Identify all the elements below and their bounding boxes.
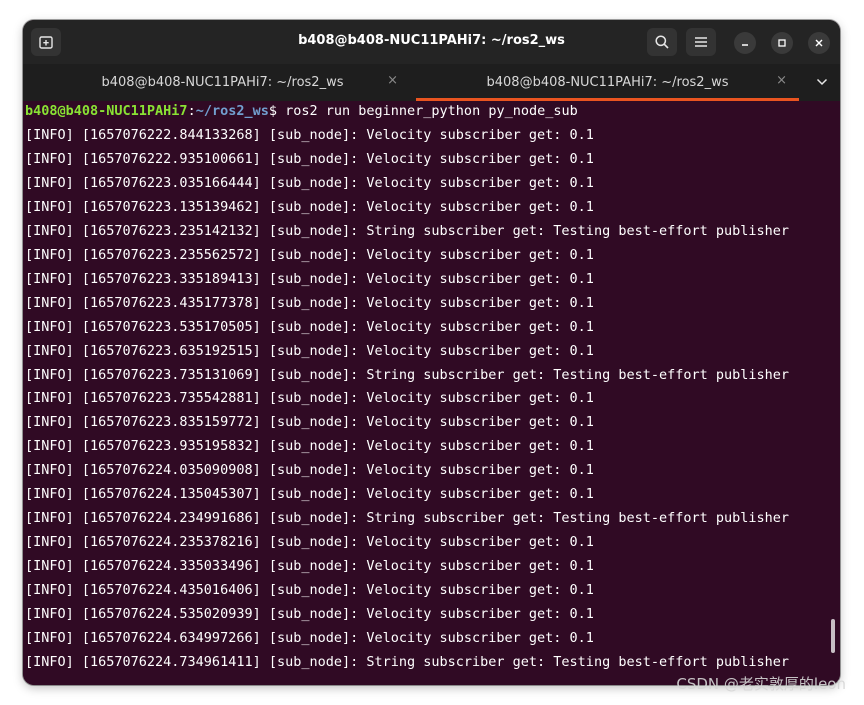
chevron-down-icon: [816, 78, 828, 86]
prompt-symbol: $: [268, 103, 277, 119]
log-line: [INFO] [1657076222.844133268] [sub_node]…: [25, 127, 594, 143]
log-line: [INFO] [1657076223.335189413] [sub_node]…: [25, 270, 594, 287]
log-line: [INFO] [1657076223.735131069] [sub_node]…: [25, 366, 790, 383]
prompt-line: b408@b408-NUC11PAHi7:~/ros2_ws$ ros2 run…: [25, 101, 578, 123]
tab-dropdown-button[interactable]: [814, 74, 830, 90]
tab-1[interactable]: b408@b408-NUC11PAHi7: ~/ros2_ws ×: [31, 64, 414, 101]
scrollbar-thumb[interactable]: [831, 619, 835, 653]
log-line: [INFO] [1657076224.734961411] [sub_node]…: [25, 653, 790, 670]
watermark: CSDN @老实敦厚的leon: [676, 675, 846, 693]
maximize-button[interactable]: [771, 32, 793, 54]
close-button[interactable]: [808, 32, 830, 54]
close-icon: [815, 39, 823, 47]
log-line: [INFO] [1657076224.335033496] [sub_node]…: [25, 558, 594, 575]
log-line: [INFO] [1657076224.035090908] [sub_node]…: [25, 462, 594, 479]
terminal-output[interactable]: b408@b408-NUC11PAHi7:~/ros2_ws$ ros2 run…: [23, 101, 840, 685]
log-line: [INFO] [1657076224.535020939] [sub_node]…: [25, 606, 594, 622]
tab-close-icon[interactable]: ×: [387, 73, 398, 88]
log-line: [INFO] [1657076222.935100661] [sub_node]…: [25, 150, 594, 167]
log-line: [INFO] [1657076223.835159772] [sub_node]…: [25, 414, 594, 431]
log-line: [INFO] [1657076223.035166444] [sub_node]…: [25, 174, 594, 191]
log-line: [INFO] [1657076224.135045307] [sub_node]…: [25, 486, 594, 503]
log-line: [INFO] [1657076224.435016406] [sub_node]…: [25, 582, 594, 599]
title-bar[interactable]: b408@b408-NUC11PAHi7: ~/ros2_ws: [23, 20, 840, 64]
log-line: [INFO] [1657076223.535170505] [sub_node]…: [25, 318, 594, 335]
prompt-path: ~/ros2_ws: [195, 103, 269, 119]
prompt-separator: :: [187, 103, 196, 119]
tab-close-icon[interactable]: ×: [776, 73, 787, 88]
prompt-user-host: b408@b408-NUC11PAHi7: [25, 103, 188, 119]
search-button[interactable]: [647, 28, 677, 56]
log-line: [INFO] [1657076223.135139462] [sub_node]…: [25, 198, 594, 215]
log-line: [INFO] [1657076223.235142132] [sub_node]…: [25, 222, 790, 239]
log-line: [INFO] [1657076224.235378216] [sub_node]…: [25, 534, 594, 551]
minimize-button[interactable]: [734, 32, 756, 54]
log-line: [INFO] [1657076224.634997266] [sub_node]…: [25, 629, 594, 646]
prompt-command: ros2 run beginner_python py_node_sub: [277, 103, 578, 119]
hamburger-menu-icon: [695, 37, 707, 47]
maximize-icon: [778, 39, 786, 47]
minimize-icon: [742, 44, 748, 46]
log-line: [INFO] [1657076223.235562572] [sub_node]…: [25, 246, 594, 263]
tab-label: b408@b408-NUC11PAHi7: ~/ros2_ws: [101, 75, 344, 90]
log-line: [INFO] [1657076223.435177378] [sub_node]…: [25, 294, 594, 311]
log-line: [INFO] [1657076224.234991686] [sub_node]…: [25, 510, 790, 527]
search-icon: [655, 35, 669, 49]
log-line: [INFO] [1657076223.735542881] [sub_node]…: [25, 390, 594, 407]
tab-label: b408@b408-NUC11PAHi7: ~/ros2_ws: [486, 75, 729, 90]
log-line: [INFO] [1657076223.935195832] [sub_node]…: [25, 438, 594, 455]
menu-button[interactable]: [686, 28, 716, 56]
tab-2-active[interactable]: b408@b408-NUC11PAHi7: ~/ros2_ws ×: [416, 64, 799, 101]
terminal-window: b408@b408-NUC11PAHi7: ~/ros2_ws b408@b40…: [23, 20, 840, 685]
tab-bar: b408@b408-NUC11PAHi7: ~/ros2_ws × b408@b…: [23, 64, 840, 101]
log-line: [INFO] [1657076223.635192515] [sub_node]…: [25, 342, 594, 359]
window-title: b408@b408-NUC11PAHi7: ~/ros2_ws: [298, 33, 565, 48]
